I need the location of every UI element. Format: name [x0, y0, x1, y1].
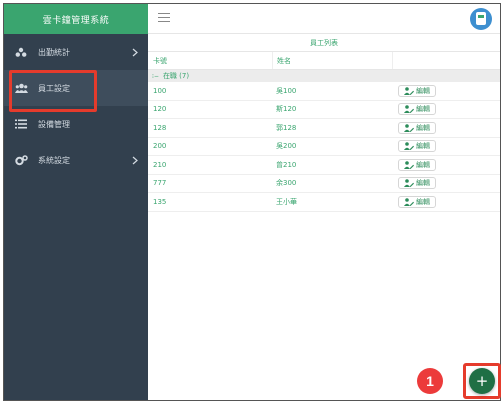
edit-button-label: 編輯: [416, 160, 430, 169]
step-number-badge: 1: [417, 368, 443, 394]
user-edit-icon: [404, 123, 414, 132]
hamburger-menu-icon[interactable]: [158, 13, 170, 25]
table-row[interactable]: 200 吳200 編輯: [148, 138, 500, 156]
edit-button-label: 編輯: [416, 123, 430, 132]
sidebar-item-system-settings[interactable]: 系統設定: [4, 142, 148, 178]
edit-button-label: 編輯: [416, 105, 430, 114]
card-number-cell: 100: [153, 86, 167, 95]
actions-cell: 編輯: [392, 82, 500, 100]
users-icon: [14, 81, 28, 95]
edit-button-label: 編輯: [416, 142, 430, 151]
gears-icon: [14, 153, 28, 167]
card-number-cell: 210: [153, 160, 167, 169]
table-row[interactable]: 128 郭128 編輯: [148, 119, 500, 138]
user-edit-icon: [404, 160, 414, 169]
sidebar-item-label: 出勤統計: [38, 47, 70, 57]
sidebar-item-label: 系統設定: [38, 155, 70, 165]
table-title: 員工列表: [148, 34, 500, 52]
card-number-cell: 200: [153, 142, 167, 151]
user-edit-icon: [404, 105, 414, 114]
user-edit-icon: [404, 197, 414, 206]
list-icon: [14, 117, 28, 131]
column-header-actions: [392, 52, 500, 69]
edit-button[interactable]: 編輯: [398, 177, 436, 190]
card-number-cell: 128: [153, 123, 167, 132]
card-number-cell: 777: [153, 179, 167, 188]
name-cell: 王小華: [276, 197, 297, 206]
table-row[interactable]: 100 吳100 編輯: [148, 82, 500, 101]
user-edit-icon: [404, 179, 414, 188]
edit-button[interactable]: 編輯: [398, 84, 436, 97]
fab-highlight-box: +: [463, 363, 501, 399]
actions-cell: 編輯: [392, 175, 500, 193]
sidebar-item-label: 設備管理: [38, 119, 70, 129]
table-body: 100 吳100 編輯 120 斯120 編輯 128 郭128 編輯 200 吳200 編輯 210 曾…: [148, 82, 500, 212]
edit-button[interactable]: 編輯: [398, 195, 436, 208]
actions-cell: 編輯: [392, 101, 500, 119]
edit-button-label: 編輯: [416, 179, 430, 188]
edit-button-label: 編輯: [416, 86, 430, 95]
card-number-cell: 135: [153, 197, 167, 206]
name-cell: 斯120: [276, 105, 297, 114]
name-cell: 吳200: [276, 142, 297, 151]
name-cell: 郭128: [276, 123, 297, 132]
group-row-active[interactable]: ⁝− 在職 (7): [148, 70, 500, 82]
employee-list-panel: 員工列表 卡號 姓名 ⁝− 在職 (7) 100 吳100 編輯 120 斯120 編輯 1…: [148, 34, 500, 400]
actions-cell: 編輯: [392, 119, 500, 137]
app-title: 雲卡鐘管理系統: [4, 4, 148, 34]
name-cell: 余300: [276, 179, 297, 188]
sidebar: 雲卡鐘管理系統 出勤統計 員工設定 設備管理 系統設定: [4, 4, 148, 400]
user-edit-icon: [404, 142, 414, 151]
column-header-name[interactable]: 姓名: [272, 52, 392, 69]
edit-button[interactable]: 編輯: [398, 121, 436, 134]
group-icon: [14, 45, 28, 59]
actions-cell: 編輯: [392, 156, 500, 174]
edit-button[interactable]: 編輯: [398, 158, 436, 171]
collapse-toggle-icon[interactable]: ⁝−: [152, 73, 159, 80]
sidebar-item-attendance[interactable]: 出勤統計: [4, 34, 148, 70]
sidebar-item-employees[interactable]: 員工設定: [4, 70, 148, 106]
edit-button-label: 編輯: [416, 197, 430, 206]
table-row[interactable]: 210 曾210 編輯: [148, 156, 500, 175]
edit-button[interactable]: 編輯: [398, 140, 436, 153]
chevron-right-icon: [130, 155, 140, 165]
add-employee-button[interactable]: +: [469, 368, 495, 394]
sidebar-nav: 出勤統計 員工設定 設備管理 系統設定: [4, 34, 148, 178]
top-bar: [148, 4, 500, 34]
sidebar-item-label: 員工設定: [38, 83, 70, 93]
actions-cell: 編輯: [392, 138, 500, 156]
table-header: 卡號 姓名: [148, 52, 500, 70]
column-header-card[interactable]: 卡號: [148, 56, 272, 66]
name-cell: 吳100: [276, 86, 297, 95]
user-edit-icon: [404, 86, 414, 95]
table-row[interactable]: 135 王小華 編輯: [148, 193, 500, 212]
app-window: 雲卡鐘管理系統 出勤統計 員工設定 設備管理 系統設定 員工列表 卡號 姓名 ⁝…: [3, 3, 501, 401]
name-cell: 曾210: [276, 160, 297, 169]
edit-button[interactable]: 編輯: [398, 103, 436, 116]
table-row[interactable]: 777 余300 編輯: [148, 175, 500, 193]
table-row[interactable]: 120 斯120 編輯: [148, 101, 500, 119]
user-avatar[interactable]: [470, 8, 492, 30]
sidebar-item-devices[interactable]: 設備管理: [4, 106, 148, 142]
card-number-cell: 120: [153, 105, 167, 114]
chevron-right-icon: [130, 47, 140, 57]
group-label: 在職 (7): [162, 72, 190, 80]
actions-cell: 編輯: [392, 193, 500, 211]
